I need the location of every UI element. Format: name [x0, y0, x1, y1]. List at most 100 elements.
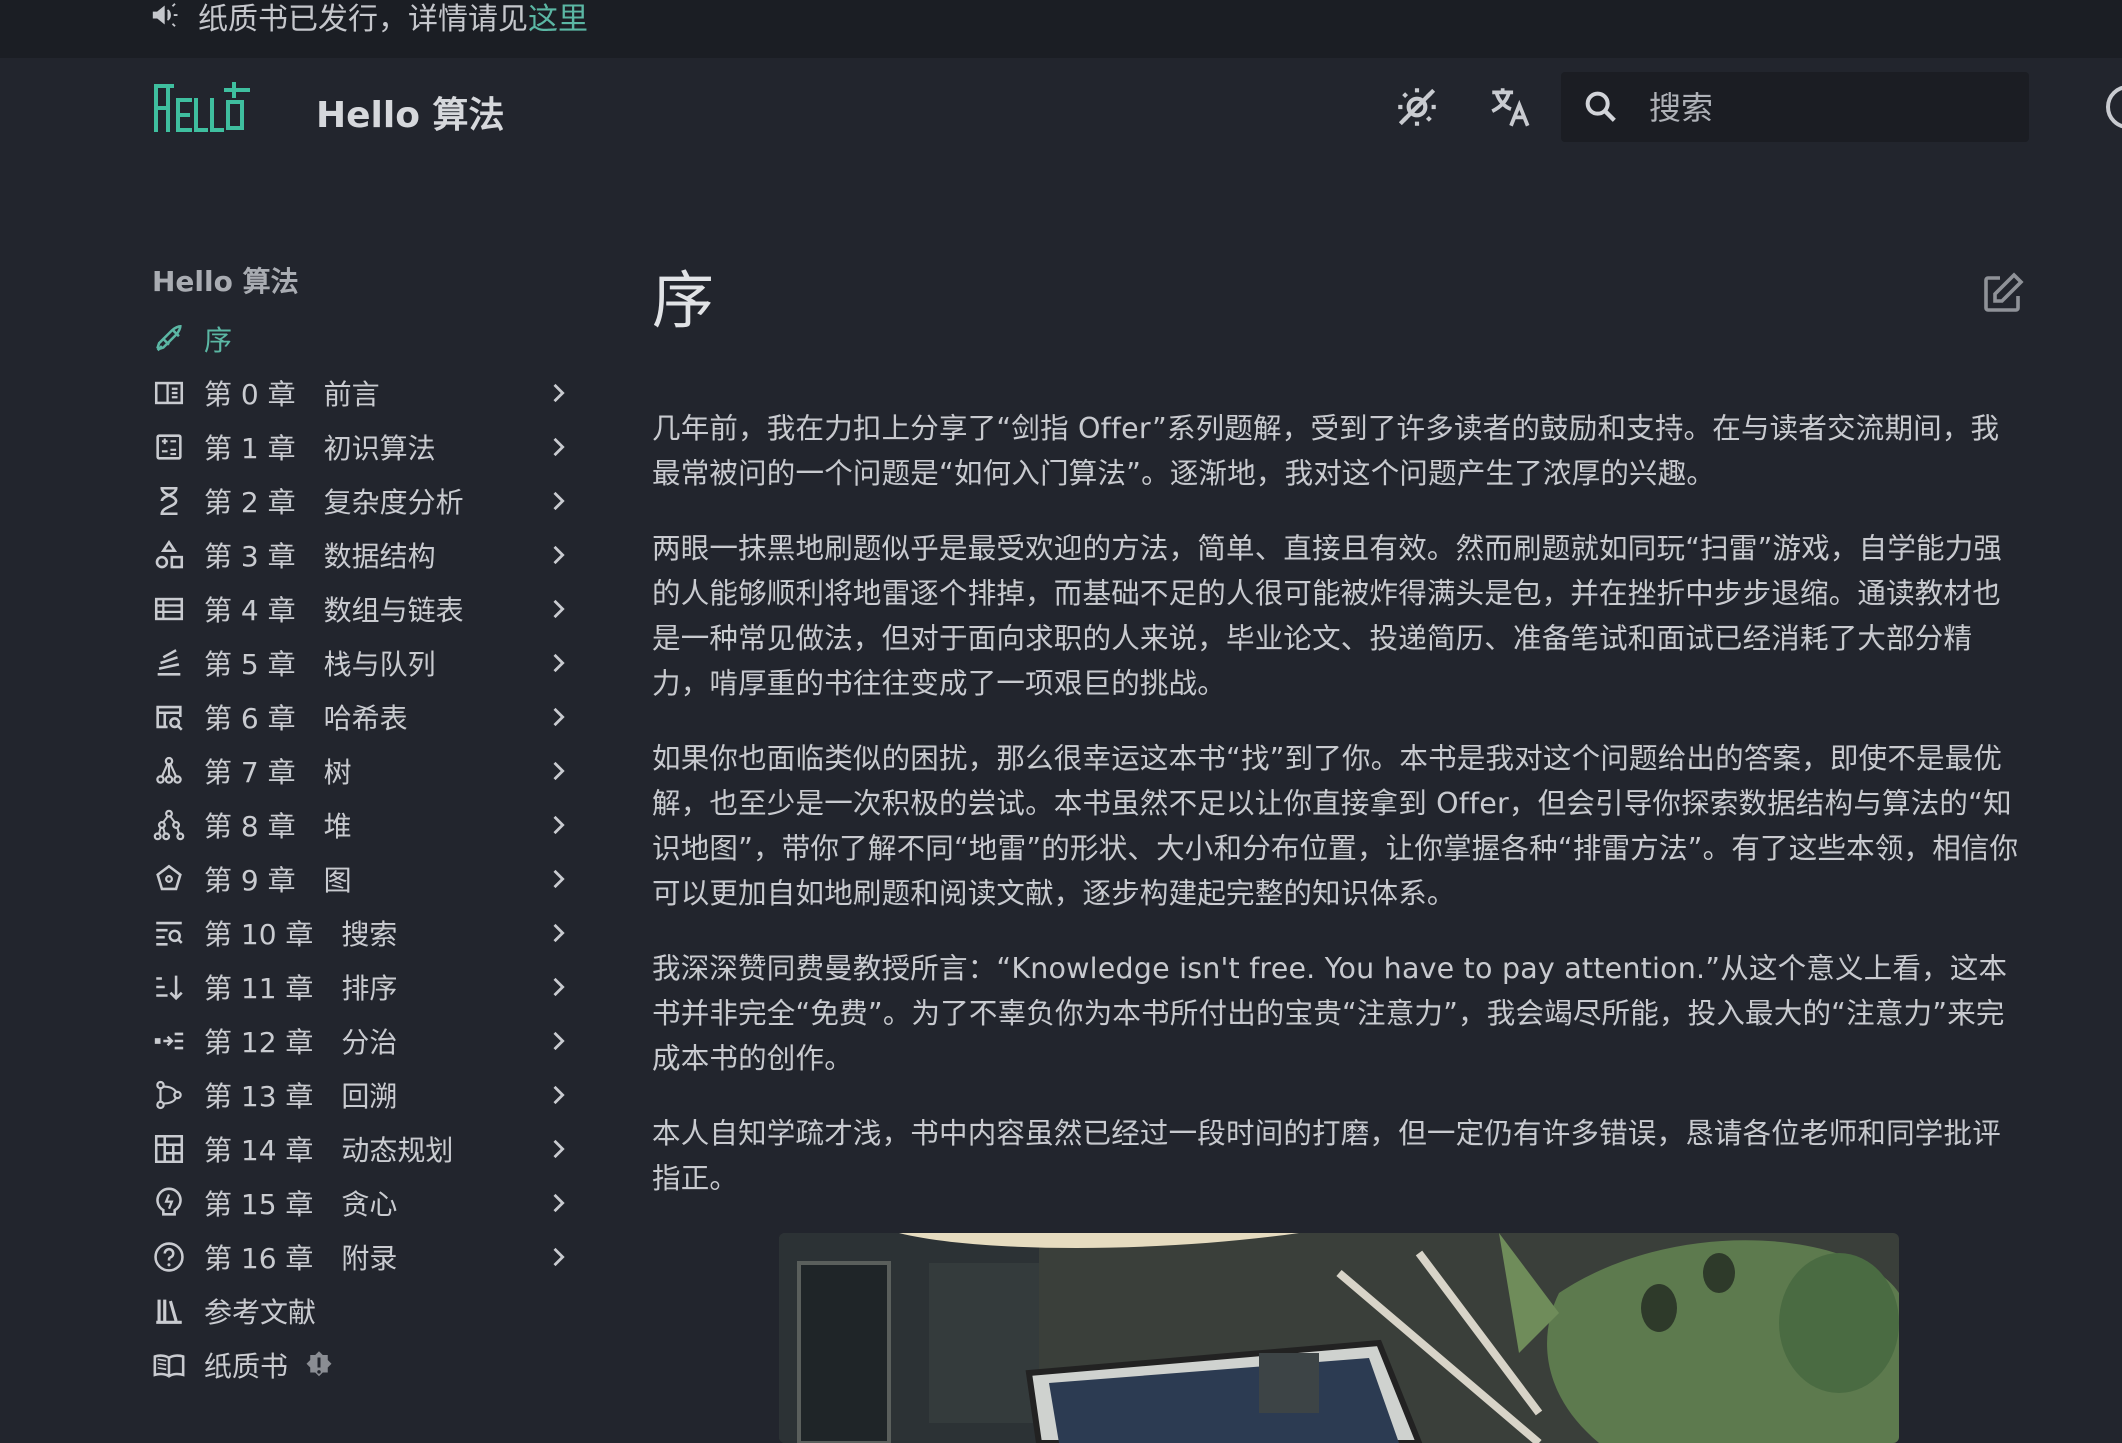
sidebar-item-label: 序 [204, 324, 233, 357]
search-input[interactable] [1647, 80, 2011, 136]
chevron-right-icon[interactable] [544, 1243, 572, 1271]
chevron-right-icon[interactable] [544, 379, 572, 407]
sidebar-item-chapter-13[interactable]: 第 13 章 回溯 [152, 1068, 572, 1122]
site-logo[interactable] [150, 80, 252, 136]
sidebar-item-chapter-8[interactable]: 第 8 章 堆 [152, 798, 572, 852]
sidebar-item-chapter-1[interactable]: 第 1 章 初识算法 [152, 420, 572, 474]
search-icon [1581, 87, 1621, 127]
site-title[interactable]: Hello 算法 [316, 86, 505, 138]
sidebar-item-chapter-9[interactable]: 第 9 章 图 [152, 852, 572, 906]
calculator-icon [152, 430, 186, 464]
tree-icon [152, 754, 186, 788]
sidebar-item-label: 纸质书 [204, 1350, 289, 1383]
cover-illustration [779, 1233, 1899, 1443]
book-icon [152, 1348, 186, 1382]
sidebar-item-chapter-5[interactable]: 第 5 章 栈与队列 [152, 636, 572, 690]
github-icon[interactable] [2104, 83, 2122, 131]
chevron-right-icon[interactable] [544, 1027, 572, 1055]
sidebar-item-chapter-2[interactable]: 第 2 章 复杂度分析 [152, 474, 572, 528]
sidebar-item-label: 第 2 章 复杂度分析 [204, 486, 464, 519]
sidebar-item-chapter-11[interactable]: 第 11 章 排序 [152, 960, 572, 1014]
announcement-bar: 纸质书已发行，详情请见这里 [0, 0, 2122, 58]
help-circle-icon [152, 1240, 186, 1274]
paragraph: 几年前，我在力扣上分享了“剑指 Offer”系列题解，受到了许多读者的鼓励和支持… [652, 412, 2000, 490]
sidebar-item-label: 第 8 章 堆 [204, 810, 352, 843]
table-search-icon [152, 700, 186, 734]
sidebar-item-label: 第 9 章 图 [204, 864, 352, 897]
sidebar-item-label: 第 4 章 数组与链表 [204, 594, 464, 627]
sidebar-item-chapter-12[interactable]: 第 12 章 分治 [152, 1014, 572, 1068]
text-search-icon [152, 916, 186, 950]
sidebar-item-chapter-14[interactable]: 第 14 章 动态规划 [152, 1122, 572, 1176]
list-table-icon [152, 592, 186, 626]
chevron-right-icon[interactable] [544, 973, 572, 1001]
sidebar-item-chapter-10[interactable]: 第 10 章 搜索 [152, 906, 572, 960]
sort-icon [152, 970, 186, 1004]
edit-icon[interactable] [1978, 270, 2026, 318]
new-badge-icon [304, 1350, 334, 1380]
graph-icon [152, 862, 186, 896]
sidebar-item-label: 第 6 章 哈希表 [204, 702, 408, 735]
translate-icon[interactable] [1486, 82, 1536, 132]
chevron-right-icon[interactable] [544, 1189, 572, 1217]
sidebar-item-label: 第 16 章 附录 [204, 1242, 398, 1275]
grid-table-icon [152, 1132, 186, 1166]
sidebar-nav: Hello 算法 序 第 0 章 前言 第 1 章 初识算法 第 2 章 复杂度… [152, 260, 572, 1392]
sidebar-item-label: 第 1 章 初识算法 [204, 432, 436, 465]
sidebar-item-label: 第 7 章 树 [204, 756, 352, 789]
sidebar-item-chapter-0[interactable]: 第 0 章 前言 [152, 366, 572, 420]
sidebar-item-label: 参考文献 [204, 1296, 317, 1329]
sidebar-item-label: 第 12 章 分治 [204, 1026, 398, 1059]
sidebar-item-label: 第 0 章 前言 [204, 378, 380, 411]
chevron-right-icon[interactable] [544, 433, 572, 461]
sidebar-item-paper-book[interactable]: 纸质书 [152, 1338, 572, 1392]
bookshelf-icon [152, 1294, 186, 1328]
sidebar-item-chapter-15[interactable]: 第 15 章 贪心 [152, 1176, 572, 1230]
chevron-right-icon[interactable] [544, 703, 572, 731]
book-open-icon [152, 376, 186, 410]
sidebar-item-chapter-7[interactable]: 第 7 章 树 [152, 744, 572, 798]
main-content: 序 几年前，我在力扣上分享了“剑指 Offer”系列题解，受到了许多读者的鼓励和… [652, 250, 2026, 1443]
chevron-right-icon[interactable] [544, 919, 572, 947]
chevron-right-icon[interactable] [544, 1135, 572, 1163]
announcement-link[interactable]: 这里 [528, 2, 588, 37]
chevron-right-icon[interactable] [544, 1081, 572, 1109]
chevron-right-icon[interactable] [544, 757, 572, 785]
sidebar-item-label: 第 14 章 动态规划 [204, 1134, 454, 1167]
search-box[interactable] [1561, 72, 2029, 142]
chevron-right-icon[interactable] [544, 811, 572, 839]
shapes-icon [152, 538, 186, 572]
sidebar-item-references[interactable]: 参考文献 [152, 1284, 572, 1338]
chevron-right-icon[interactable] [544, 487, 572, 515]
paragraph: 我深深赞同费曼教授所言：“Knowledge isn't free. You h… [652, 952, 2008, 1075]
sidebar-item-label: 第 11 章 排序 [204, 972, 398, 1005]
sidebar-item-label: 第 10 章 搜索 [204, 918, 398, 951]
chevron-right-icon[interactable] [544, 541, 572, 569]
paragraph: 两眼一抹黑地刷题似乎是最受欢迎的方法，简单、直接且有效。然而刷题就如同玩“扫雷”… [652, 532, 2003, 700]
nav-list: 序 第 0 章 前言 第 1 章 初识算法 第 2 章 复杂度分析 第 3 章 … [152, 312, 572, 1392]
divide-icon [152, 1024, 186, 1058]
lightbulb-icon [152, 1186, 186, 1220]
sidebar-item-label: 第 5 章 栈与队列 [204, 648, 436, 681]
sidebar-item-label: 第 13 章 回溯 [204, 1080, 398, 1113]
chevron-right-icon[interactable] [544, 865, 572, 893]
theme-toggle-icon[interactable] [1392, 82, 1442, 132]
sidebar-item-chapter-16[interactable]: 第 16 章 附录 [152, 1230, 572, 1284]
sidebar-item-preface[interactable]: 序 [152, 312, 572, 366]
heap-icon [152, 808, 186, 842]
sidebar-item-chapter-3[interactable]: 第 3 章 数据结构 [152, 528, 572, 582]
chevron-right-icon[interactable] [544, 649, 572, 677]
backtrack-icon [152, 1078, 186, 1112]
paragraph: 本人自知学疏才浅，书中内容虽然已经过一段时间的打磨，但一定仍有许多错误，恳请各位… [652, 1117, 2001, 1195]
chevron-right-icon[interactable] [544, 595, 572, 623]
stack-icon [152, 646, 186, 680]
sidebar-item-chapter-4[interactable]: 第 4 章 数组与链表 [152, 582, 572, 636]
sidebar-title: Hello 算法 [152, 265, 299, 298]
sidebar-item-label: 第 3 章 数据结构 [204, 540, 436, 573]
article-body: 几年前，我在力扣上分享了“剑指 Offer”系列题解，受到了许多读者的鼓励和支持… [652, 406, 2024, 1231]
sidebar-item-label: 第 15 章 贪心 [204, 1188, 398, 1221]
megaphone-icon [150, 0, 180, 30]
page-title: 序 [652, 264, 715, 337]
sidebar-item-chapter-6[interactable]: 第 6 章 哈希表 [152, 690, 572, 744]
hourglass-icon [152, 484, 186, 518]
